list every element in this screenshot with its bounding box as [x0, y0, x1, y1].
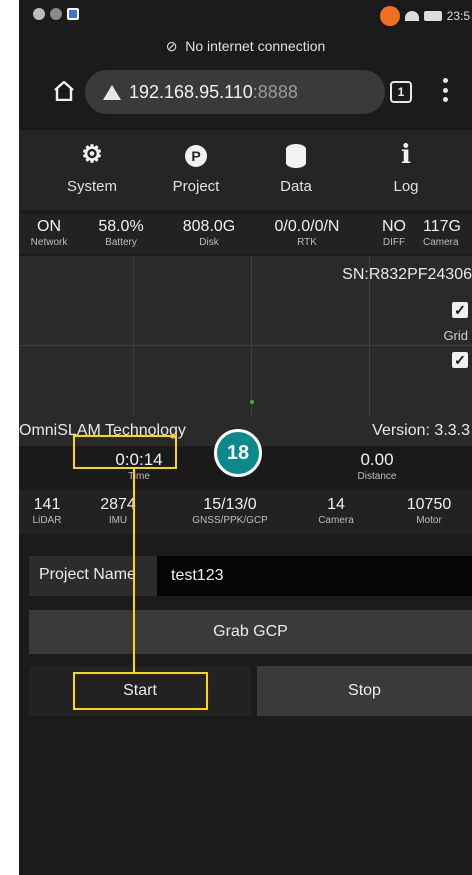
metric-key: Disk — [199, 237, 219, 248]
metric-key: GNSS/PPK/GCP — [192, 515, 268, 526]
metric-value: ON — [37, 218, 61, 235]
map-view[interactable]: SN:R832PF24306 ✓ Grid ✓ — [19, 256, 472, 416]
time-key: Time — [128, 471, 150, 482]
tab-switcher-button[interactable]: 1 — [390, 81, 412, 103]
menu-dot — [443, 78, 448, 83]
no-internet-icon: ⊘ — [165, 38, 178, 54]
url-port: :8888 — [252, 81, 298, 102]
app-notification-icon — [67, 8, 79, 20]
connection-banner: ⊘ No internet connection — [19, 38, 472, 55]
position-marker — [250, 400, 254, 404]
metric-diff: NO DIFF — [369, 218, 419, 248]
checkbox-serial[interactable]: ✓ — [452, 302, 468, 318]
metric-key: Network — [30, 237, 68, 248]
distance-value: 0.00 — [360, 450, 394, 469]
metric-value: 0/0.0/0/N — [274, 218, 340, 235]
wifi-icon — [404, 11, 419, 21]
grab-gcp-button[interactable]: Grab GCP — [29, 610, 472, 654]
status-bar: 23:5 — [19, 0, 472, 32]
battery-icon — [423, 11, 442, 21]
grid-label: Grid — [443, 328, 468, 343]
metric-lidar: 141 LiDAR — [19, 496, 75, 526]
metric-key: Camera — [318, 515, 354, 526]
metric-camera: 117G Camera — [423, 218, 472, 248]
grid-line — [19, 345, 472, 346]
phone-screen: 23:5 ⊘ No internet connection 192.168.95… — [19, 0, 472, 875]
metric-value: 808.0G — [182, 218, 236, 235]
grid-line — [251, 256, 252, 416]
checkbox-grid[interactable]: ✓ — [452, 352, 468, 368]
distance-key: Distance — [357, 471, 397, 482]
metric-battery: 58.0% Battery — [81, 218, 161, 248]
notification-icon — [33, 8, 45, 20]
metric-key: Battery — [105, 237, 137, 248]
metric-motor: 10750 Motor — [389, 496, 469, 526]
url-host: 192.168.95.110 — [129, 81, 253, 102]
signal-icon — [50, 8, 62, 20]
metric-value: 15/13/0 — [203, 496, 257, 513]
metric-key: IMU — [108, 515, 128, 526]
browser-toolbar: 192.168.95.110:8888 1 — [19, 66, 472, 116]
metric-value: 10750 — [406, 496, 452, 513]
nav-data[interactable]: Data — [251, 138, 341, 195]
metric-value: 14 — [327, 496, 345, 513]
clock: 23:5 — [446, 9, 470, 23]
metric-value: 58.0% — [98, 218, 144, 235]
metric-value: NO — [382, 218, 406, 235]
metric-disk: 808.0G Disk — [169, 218, 249, 248]
metric-key: LiDAR — [32, 515, 62, 526]
metric-value: 141 — [33, 496, 61, 513]
highlight-start-box — [73, 672, 208, 710]
nav-log-label: Log — [393, 178, 419, 195]
version-text: Version: 3.3.3 — [372, 422, 470, 439]
step-number-badge: 18 — [214, 429, 262, 477]
metric-rtk: 0/0.0/0/N RTK — [257, 218, 357, 248]
metric-key: Motor — [416, 515, 442, 526]
metric-key: RTK — [297, 237, 317, 248]
status-icons-left — [33, 8, 79, 20]
tab-count: 1 — [397, 85, 405, 99]
metric-key: DIFF — [382, 237, 406, 248]
project-name-input[interactable]: test123 — [157, 556, 472, 596]
menu-dot — [443, 87, 448, 93]
metric-network: ON Network — [19, 218, 79, 248]
callout-connector-line — [133, 469, 135, 673]
sensor-metrics-row: 141 LiDAR 2874 IMU 15/13/0 GNSS/PPK/GCP … — [19, 490, 472, 534]
highlight-time-box — [73, 435, 177, 469]
metric-imu: 2874 IMU — [83, 496, 153, 526]
nav-project[interactable]: P Project — [151, 138, 241, 195]
recording-icon — [379, 6, 400, 26]
database-icon — [286, 143, 306, 168]
nav-system[interactable]: ⚙︎ System — [47, 138, 137, 195]
stop-button[interactable]: Stop — [257, 666, 472, 716]
metric-value: 117G — [423, 218, 461, 235]
project-icon: P — [185, 144, 207, 167]
browser-menu-button[interactable] — [443, 78, 449, 102]
project-name-row: Project Name test123 — [29, 556, 472, 596]
gears-icon: ⚙︎ — [81, 141, 103, 168]
app-nav-bar: ⚙︎ System P Project Data i Log — [19, 130, 472, 210]
nav-system-label: System — [66, 178, 117, 195]
home-icon[interactable] — [53, 81, 75, 101]
metric-camera-count: 14 Camera — [301, 496, 371, 526]
nav-log[interactable]: i Log — [361, 138, 451, 195]
menu-dot — [443, 97, 448, 102]
connection-banner-text: No internet connection — [185, 38, 326, 54]
metric-key: Camera — [423, 237, 459, 248]
project-name-label: Project Name — [39, 566, 136, 583]
status-icons-right: 23:5 — [379, 6, 470, 26]
serial-number: SN:R832PF24306 — [342, 266, 472, 283]
status-metrics-row: ON Network 58.0% Battery 808.0G Disk 0/0… — [19, 214, 472, 254]
grid-line — [133, 256, 134, 416]
info-icon: i — [401, 140, 411, 170]
nav-project-label: Project — [172, 178, 220, 195]
metric-distance: 0.00 Distance — [317, 450, 437, 482]
not-secure-warning-icon[interactable] — [103, 84, 121, 100]
metric-gnss: 15/13/0 GNSS/PPK/GCP — [175, 496, 285, 526]
nav-data-label: Data — [280, 178, 312, 195]
metric-value: 2874 — [100, 496, 136, 513]
address-bar[interactable]: 192.168.95.110:8888 — [85, 70, 385, 114]
